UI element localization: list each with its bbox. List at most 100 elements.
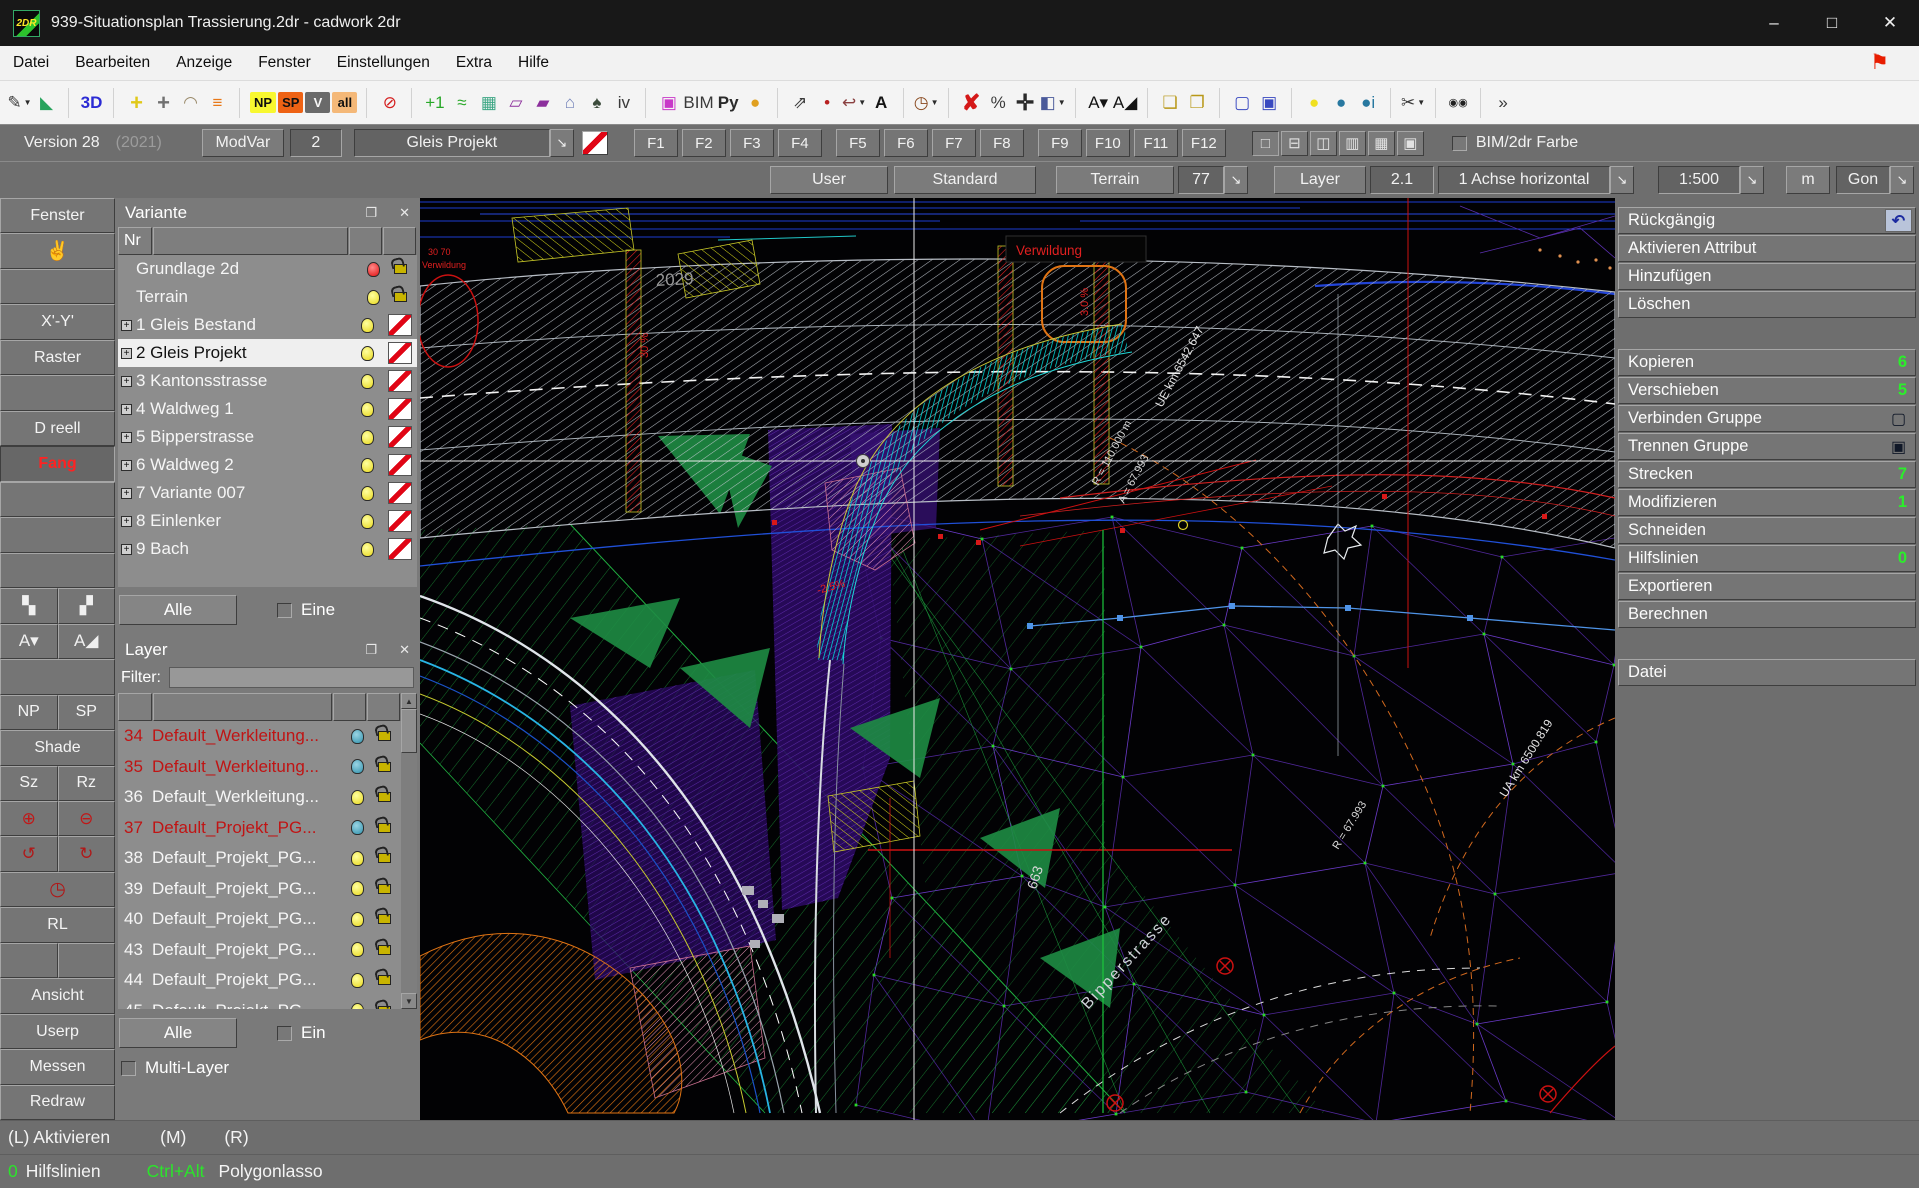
terrain-dropdown-icon[interactable]: ↘: [1224, 166, 1248, 194]
text-style-icon[interactable]: A◢: [1113, 89, 1138, 117]
modvar-value[interactable]: 2: [290, 129, 342, 157]
fenster-button[interactable]: Fenster: [0, 198, 115, 233]
bulb-yellow-icon[interactable]: ●: [1302, 89, 1327, 117]
hilfslinien-button[interactable]: Hilfslinien0: [1618, 545, 1916, 572]
variant-dropdown-icon[interactable]: ↘: [550, 129, 574, 157]
group-icon[interactable]: ▢: [1885, 407, 1912, 430]
fkey-f6[interactable]: F6: [884, 129, 928, 157]
mirror-icon[interactable]: ◧▼: [1040, 89, 1066, 117]
angle-value[interactable]: Gon: [1836, 166, 1890, 194]
expand-icon[interactable]: +: [121, 348, 132, 359]
lock-icon[interactable]: [394, 292, 407, 302]
variant-combo[interactable]: Gleis Projekt ↘: [354, 129, 574, 157]
text-bigger-icon[interactable]: A◢: [58, 624, 116, 659]
verschieben-button[interactable]: Verschieben5: [1618, 377, 1916, 404]
angle-dropdown-icon[interactable]: ↘: [1890, 166, 1914, 194]
bim-color-icon[interactable]: ▣: [656, 89, 681, 117]
layout-vsplit-icon[interactable]: ◫: [1310, 131, 1337, 156]
paste-attr-icon[interactable]: ❐: [1185, 89, 1210, 117]
terrain-value[interactable]: 77: [1178, 166, 1224, 194]
menu-fenster[interactable]: Fenster: [245, 46, 324, 80]
layer-row[interactable]: 45Default_Projekt_PG...: [118, 996, 401, 1010]
verbinden-gruppe-button[interactable]: Verbinden Gruppe▢: [1618, 405, 1916, 432]
layer-scrollbar[interactable]: ▲ ▼: [401, 693, 417, 1009]
variante-close-icon[interactable]: ✕: [399, 205, 410, 221]
spline-icon[interactable]: ≈: [449, 89, 474, 117]
terrain-combo[interactable]: 77 ↘: [1178, 166, 1248, 194]
rotate-left-icon[interactable]: ↺: [0, 836, 58, 871]
standard-button[interactable]: Standard: [894, 166, 1036, 194]
sp-badge-icon[interactable]: SP: [278, 92, 303, 113]
zoom-out-icon[interactable]: ⊖: [58, 801, 116, 836]
polygon-outline-icon[interactable]: ▱: [503, 89, 528, 117]
bulb-info-icon[interactable]: ●i: [1356, 89, 1381, 117]
contrast-a-icon[interactable]: ▚: [0, 588, 58, 623]
lock-icon[interactable]: [378, 975, 391, 985]
messen-button[interactable]: Messen: [0, 1049, 115, 1084]
menu-hilfe[interactable]: Hilfe: [505, 46, 562, 80]
visibility-bulb-icon[interactable]: [351, 881, 364, 896]
menu-anzeige[interactable]: Anzeige: [163, 46, 245, 80]
datei-button[interactable]: Datei: [1618, 659, 1916, 686]
shade-button[interactable]: Shade: [0, 730, 115, 765]
xy-button[interactable]: X'-Y': [0, 304, 115, 339]
visibility-bulb-icon[interactable]: [351, 759, 364, 774]
zoom-previous-icon[interactable]: ◷: [0, 872, 115, 907]
expand-icon[interactable]: +: [121, 544, 132, 555]
group-icon[interactable]: ▢: [1230, 89, 1255, 117]
np-button[interactable]: NP: [0, 695, 58, 730]
cut-icon-dropdown[interactable]: ▼: [1417, 98, 1425, 107]
variante-float-icon[interactable]: ❐: [365, 205, 377, 221]
modvar-button[interactable]: ModVar: [202, 129, 284, 157]
modifizieren-button[interactable]: Modifizieren1: [1618, 489, 1916, 516]
visibility-bulb-icon[interactable]: [361, 514, 374, 529]
layout-cols-icon[interactable]: ▥: [1339, 131, 1366, 156]
sp-button[interactable]: SP: [58, 695, 116, 730]
freehand-draw-icon[interactable]: ✎▼: [7, 89, 32, 117]
fkey-f9[interactable]: F9: [1038, 129, 1082, 157]
variant-swatch[interactable]: [388, 426, 412, 448]
text-icon[interactable]: A: [869, 89, 894, 117]
lock-icon[interactable]: [378, 823, 391, 833]
layout-hsplit-icon[interactable]: ⊟: [1281, 131, 1308, 156]
layer-row[interactable]: 37Default_Projekt_PG...: [118, 813, 401, 844]
terrain-button[interactable]: Terrain: [1056, 166, 1174, 194]
variant-swatch[interactable]: [388, 370, 412, 392]
blank-a[interactable]: [0, 943, 58, 978]
bulb-blue-icon[interactable]: ●: [1329, 89, 1354, 117]
lock-icon[interactable]: [378, 945, 391, 955]
lock-icon[interactable]: [378, 853, 391, 863]
bim-checkbox[interactable]: [1452, 136, 1467, 151]
rotate-icon-dropdown[interactable]: ▼: [858, 98, 866, 107]
visibility-bulb-icon[interactable]: [361, 318, 374, 333]
variant-swatch[interactable]: [388, 398, 412, 420]
ungroup-icon[interactable]: ▣: [1257, 89, 1282, 117]
group-icon[interactable]: ▣: [1885, 435, 1912, 458]
menu-extra[interactable]: Extra: [443, 46, 505, 80]
axis-value[interactable]: 1 Achse horizontal: [1438, 166, 1610, 194]
ansicht-button[interactable]: Ansicht: [0, 978, 115, 1013]
visibility-bulb-icon[interactable]: [351, 729, 364, 744]
fkey-f5[interactable]: F5: [836, 129, 880, 157]
pan-hand-icon[interactable]: ✌: [0, 233, 115, 268]
variant-swatch[interactable]: [388, 482, 412, 504]
delete-icon[interactable]: ✘: [959, 89, 984, 117]
visibility-bulb-icon[interactable]: [361, 374, 374, 389]
visibility-bulb-icon[interactable]: [361, 458, 374, 473]
search-binoculars-icon[interactable]: ◉◉: [1446, 89, 1471, 117]
visibility-bulb-icon[interactable]: [351, 973, 364, 988]
visibility-bulb-icon[interactable]: [351, 820, 364, 835]
rl-button[interactable]: RL: [0, 907, 115, 942]
close-button[interactable]: ✕: [1861, 0, 1919, 46]
sz-button[interactable]: Sz: [0, 766, 58, 801]
overflow-icon[interactable]: »: [1491, 89, 1516, 117]
scale-combo[interactable]: 1:500 ↘: [1658, 166, 1764, 194]
scroll-down-icon[interactable]: ▼: [401, 993, 417, 1009]
layer-row[interactable]: 35Default_Werkleitung...: [118, 752, 401, 783]
strecken-button[interactable]: Strecken7: [1618, 461, 1916, 488]
add-node-icon[interactable]: +1: [422, 89, 447, 117]
aktivieren-attribut-button[interactable]: Aktivieren Attribut: [1618, 235, 1916, 262]
layer-row[interactable]: 43Default_Projekt_PG...: [118, 935, 401, 966]
user-button[interactable]: User: [770, 166, 888, 194]
hatch-lines-icon[interactable]: ≡: [205, 89, 230, 117]
